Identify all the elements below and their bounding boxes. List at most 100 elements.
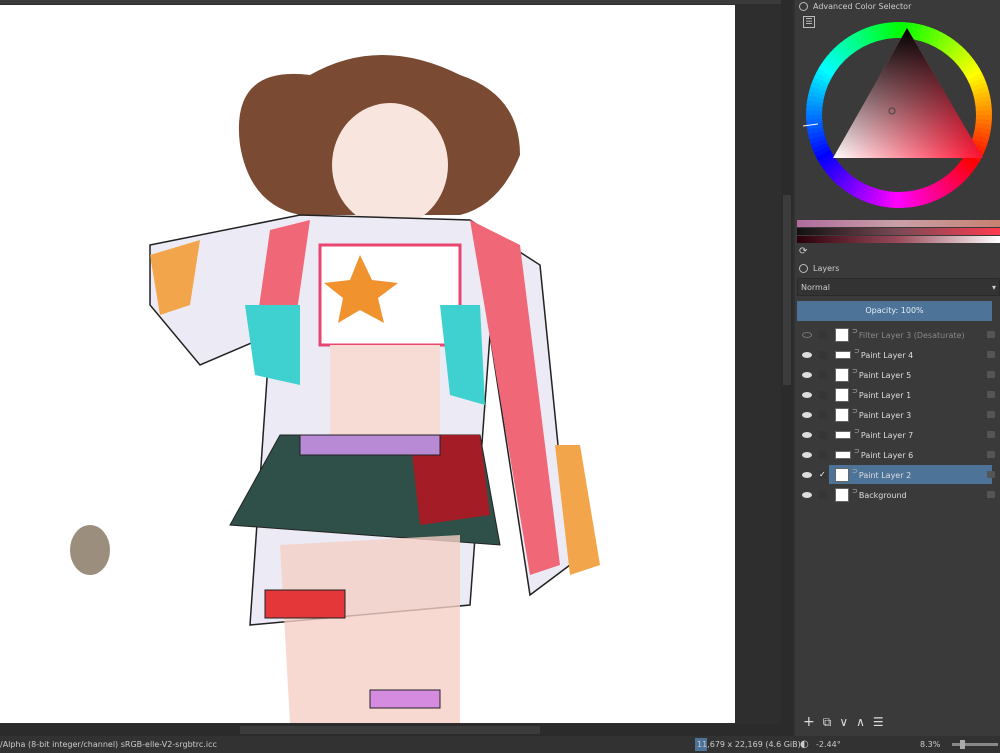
layer-name: Background [858, 490, 907, 500]
horizontal-scrollbar[interactable] [0, 724, 781, 736]
zoom-slider-handle[interactable] [960, 740, 965, 749]
layer-checkbox[interactable] [819, 451, 827, 459]
canvas-paper[interactable] [0, 5, 735, 723]
layer-thumbnail [835, 328, 849, 342]
layer-row[interactable]: ⊃ Background [795, 485, 1000, 505]
layer-checkbox[interactable] [819, 391, 827, 399]
layers-header: Layers [795, 262, 1000, 274]
inherit-alpha-icon: ⊃ [852, 467, 858, 475]
rotation-icon[interactable]: ◐ [800, 736, 809, 753]
inherit-alpha-icon: ⊃ [852, 387, 858, 395]
lock-icon[interactable] [987, 331, 995, 338]
color-selector-title: Advanced Color Selector [813, 1, 912, 11]
image-size-info: 11,679 x 22,169 (4.6 GiB) [695, 738, 803, 751]
layers-title: Layers [813, 263, 840, 273]
layer-name: Paint Layer 4 [860, 350, 914, 360]
lock-icon[interactable] [987, 371, 995, 378]
layer-thumbnail [835, 468, 849, 482]
eye-icon[interactable] [802, 432, 812, 438]
layer-thumbnail [835, 388, 849, 402]
opacity-label: Opacity: 100% [865, 306, 924, 315]
blend-mode-value: Normal [801, 283, 830, 292]
rotation-value[interactable]: -2.44° [816, 736, 841, 753]
eye-icon[interactable] [802, 412, 812, 418]
layer-row[interactable]: ⊃ Paint Layer 3 [795, 405, 1000, 425]
layer-row[interactable]: ⊃ Paint Layer 5 [795, 365, 1000, 385]
layer-checkbox[interactable] [819, 431, 827, 439]
layer-toolbar: + ⧉ ∨ ∧ ☰ [795, 712, 1000, 732]
eye-icon[interactable] [802, 492, 812, 498]
layer-thumbnail [835, 368, 849, 382]
layer-row[interactable]: ⊃ Filter Layer 3 (Desaturate) [795, 325, 1000, 345]
layer-checkbox[interactable] [819, 351, 827, 359]
eye-icon[interactable] [802, 332, 812, 338]
lock-icon[interactable] [987, 351, 995, 358]
move-layer-up-button[interactable]: ∧ [856, 715, 865, 729]
layer-row[interactable]: ⊃ Paint Layer 4 [795, 345, 1000, 365]
lock-icon[interactable] [799, 1, 808, 11]
zoom-value[interactable]: 8.3% [920, 736, 940, 753]
artwork [70, 55, 600, 723]
layer-thumbnail [835, 488, 849, 502]
vertical-scrollbar[interactable] [781, 0, 793, 736]
inherit-alpha-icon: ⊃ [852, 407, 858, 415]
opacity-slider[interactable]: Opacity: 100% [797, 301, 992, 321]
chevron-down-icon: ▾ [991, 283, 996, 292]
inherit-alpha-icon: ⊃ [852, 327, 858, 335]
layer-name: Paint Layer 1 [858, 390, 912, 400]
layer-name: Paint Layer 5 [858, 370, 912, 380]
right-dock-panel: Advanced Color Selector ☰ ⟳ Layers Norma… [795, 0, 1000, 736]
layer-name: Filter Layer 3 (Desaturate) [858, 330, 965, 340]
move-layer-down-button[interactable]: ∨ [839, 715, 848, 729]
inherit-alpha-icon: ⊃ [852, 487, 858, 495]
blend-mode-select[interactable]: Normal ▾ [797, 278, 1000, 296]
eye-icon[interactable] [802, 372, 812, 378]
canvas-area[interactable] [0, 0, 781, 724]
status-bar: /Alpha (8-bit integer/channel) sRGB-elle… [0, 736, 1000, 753]
inherit-alpha-icon: ⊃ [854, 427, 860, 435]
scrollbar-thumb[interactable] [240, 726, 540, 734]
color-sliders[interactable] [797, 220, 1000, 244]
lock-icon[interactable] [987, 491, 995, 498]
eye-icon[interactable] [802, 472, 812, 478]
zoom-slider[interactable] [952, 740, 998, 749]
layer-checkbox[interactable] [819, 331, 827, 339]
color-selector-header: Advanced Color Selector [795, 0, 1000, 12]
layer-row[interactable]: ⊃ Paint Layer 1 [795, 385, 1000, 405]
duplicate-layer-button[interactable]: ⧉ [823, 715, 832, 730]
layer-list: ⊃ Filter Layer 3 (Desaturate) ⊃ Paint La… [795, 325, 1000, 505]
lock-icon[interactable] [987, 431, 995, 438]
layer-row[interactable]: ✓ ⊃ Paint Layer 2 [795, 465, 1000, 485]
layer-thumbnail [835, 351, 851, 359]
layer-checkbox[interactable] [819, 491, 827, 499]
layer-row[interactable]: ⊃ Paint Layer 6 [795, 445, 1000, 465]
lock-icon[interactable] [987, 411, 995, 418]
lock-icon[interactable] [799, 263, 808, 273]
scrollbar-thumb[interactable] [783, 195, 791, 385]
layer-checkbox[interactable]: ✓ [819, 471, 827, 479]
layer-name: Paint Layer 6 [860, 450, 914, 460]
layer-thumbnail [835, 408, 849, 422]
layer-name: Paint Layer 3 [858, 410, 912, 420]
layer-properties-button[interactable]: ☰ [873, 715, 884, 729]
layer-checkbox[interactable] [819, 371, 827, 379]
layer-name: Paint Layer 2 [858, 470, 912, 480]
color-wheel[interactable] [803, 12, 998, 217]
lock-icon[interactable] [987, 391, 995, 398]
top-strip [0, 0, 781, 4]
inherit-alpha-icon: ⊃ [854, 347, 860, 355]
add-layer-button[interactable]: + [803, 714, 815, 730]
eye-icon[interactable] [802, 392, 812, 398]
eye-icon[interactable] [802, 352, 812, 358]
lock-icon[interactable] [987, 451, 995, 458]
inherit-alpha-icon: ⊃ [854, 447, 860, 455]
layer-thumbnail [835, 431, 851, 439]
layer-row[interactable]: ⊃ Paint Layer 7 [795, 425, 1000, 445]
layer-name: Paint Layer 7 [860, 430, 914, 440]
eye-icon[interactable] [802, 452, 812, 458]
layer-checkbox[interactable] [819, 411, 827, 419]
refresh-icon[interactable]: ⟳ [799, 246, 807, 257]
lock-icon[interactable] [987, 471, 995, 478]
colorspace-info: /Alpha (8-bit integer/channel) sRGB-elle… [0, 740, 217, 749]
inherit-alpha-icon: ⊃ [852, 367, 858, 375]
